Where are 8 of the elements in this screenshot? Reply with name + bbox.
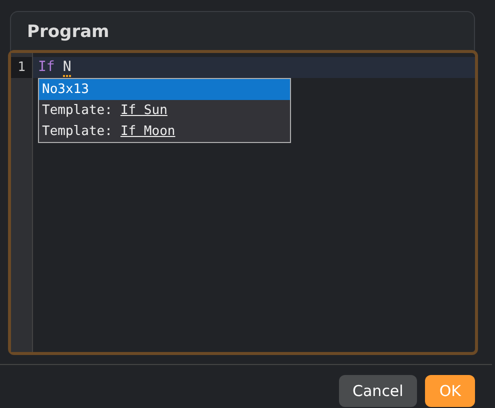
cancel-button[interactable]: Cancel xyxy=(338,375,418,407)
code-editor[interactable]: 1 If N No3x13 Template: If Sun Template: If Moon xyxy=(8,50,478,355)
suggestion-item[interactable]: Template: If Sun xyxy=(39,100,290,121)
suggestion-item[interactable]: Template: If Moon xyxy=(39,121,290,142)
dialog-title: Program xyxy=(26,21,110,42)
suggestion-item[interactable]: No3x13 xyxy=(39,79,290,100)
line-number: 1 xyxy=(11,57,32,78)
code-keyword: If xyxy=(38,59,55,75)
